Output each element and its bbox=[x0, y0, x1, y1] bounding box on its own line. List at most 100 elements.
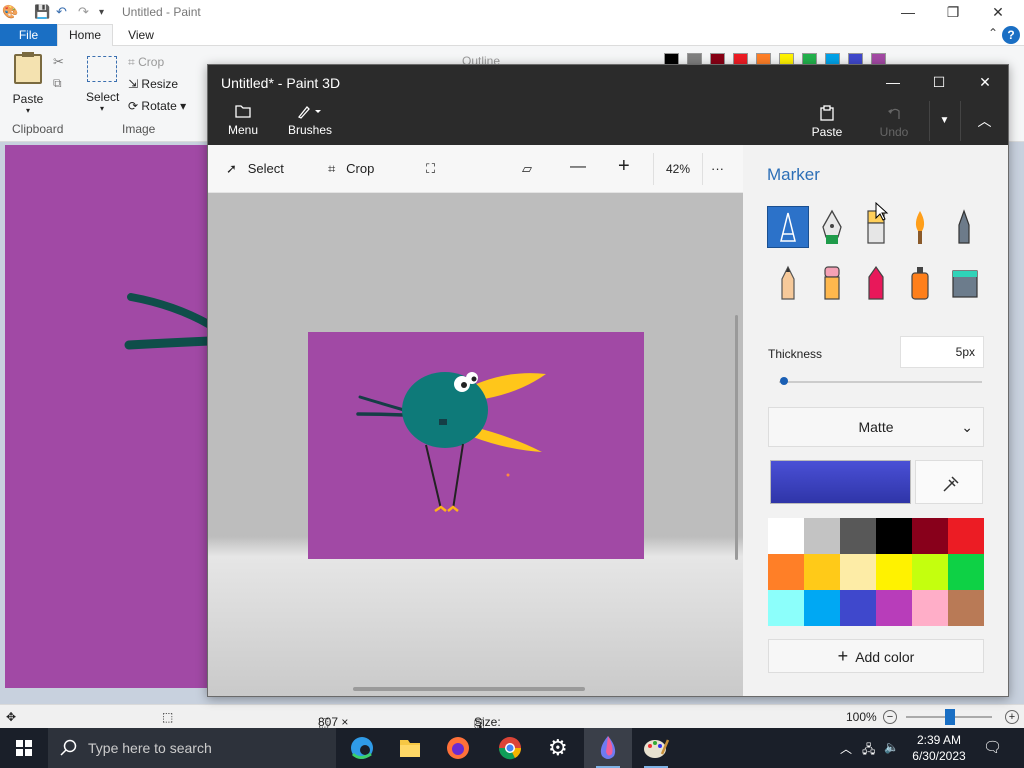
more-options-icon[interactable]: ··· bbox=[711, 161, 724, 176]
rotate-label: Rotate bbox=[141, 99, 177, 113]
color-swatch[interactable] bbox=[876, 518, 912, 554]
color-swatch[interactable] bbox=[804, 554, 840, 590]
history-dropdown-icon[interactable]: ▼ bbox=[929, 101, 959, 141]
file-explorer-taskbar-button[interactable] bbox=[386, 728, 434, 768]
finish-dropdown[interactable]: Matte ⌄ bbox=[768, 407, 984, 447]
eraser-brush-button[interactable] bbox=[812, 263, 852, 303]
zoom-percentage[interactable]: 42% bbox=[653, 153, 703, 185]
tab-file[interactable]: File bbox=[0, 24, 57, 46]
add-color-button[interactable]: + Add color bbox=[768, 639, 984, 673]
zoom-in-button[interactable]: + bbox=[1005, 710, 1019, 724]
menu-button[interactable]: Menu bbox=[226, 103, 260, 137]
paste-3d-label: Paste bbox=[811, 125, 843, 139]
color-swatch[interactable] bbox=[876, 590, 912, 626]
paint3d-minimize-button[interactable]: — bbox=[870, 71, 916, 93]
paint-taskbar-button[interactable] bbox=[632, 728, 680, 768]
thickness-slider-track[interactable] bbox=[779, 381, 982, 383]
taskbar: Type here to search ⚙ ︿ 🖧 🔈 2:39 AM 6/30… bbox=[0, 728, 1024, 768]
color-swatch[interactable] bbox=[768, 518, 804, 554]
paste-button[interactable]: Paste ▾ bbox=[10, 52, 46, 115]
crop-icon: ⌗ bbox=[128, 55, 135, 69]
color-swatch[interactable] bbox=[840, 590, 876, 626]
collapse-header-icon[interactable]: ︿ bbox=[960, 101, 1008, 141]
color-swatch[interactable] bbox=[768, 590, 804, 626]
show-hidden-icons-icon[interactable]: ︿ bbox=[840, 740, 852, 757]
taskbar-clock[interactable]: 2:39 AM 6/30/2023 bbox=[905, 732, 973, 764]
view-mode-icon[interactable]: ▱ bbox=[522, 161, 532, 177]
settings-taskbar-button[interactable]: ⚙ bbox=[535, 728, 583, 768]
copy-icon[interactable]: ⧉ bbox=[53, 76, 62, 91]
color-swatch[interactable] bbox=[912, 554, 948, 590]
notifications-icon[interactable]: 🗨 bbox=[983, 738, 1002, 756]
cut-icon[interactable]: ✂ bbox=[53, 54, 64, 70]
firefox-taskbar-button[interactable] bbox=[434, 728, 482, 768]
save-icon[interactable]: 💾 bbox=[34, 4, 50, 20]
chrome-taskbar-button[interactable] bbox=[486, 728, 534, 768]
color-swatch[interactable] bbox=[948, 518, 984, 554]
pixel-pen-button[interactable] bbox=[944, 207, 984, 247]
color-swatch[interactable] bbox=[768, 554, 804, 590]
redo-icon[interactable]: ↷ bbox=[78, 4, 89, 20]
paint3d-maximize-button[interactable]: ☐ bbox=[916, 71, 962, 93]
paste-3d-button[interactable]: Paste bbox=[810, 105, 844, 139]
brushes-button[interactable]: Brushes bbox=[288, 103, 332, 137]
calligraphy-pen-button[interactable] bbox=[812, 207, 852, 247]
color-swatch[interactable] bbox=[912, 590, 948, 626]
volume-icon[interactable]: 🔈 bbox=[884, 740, 899, 754]
zoom-out-button[interactable]: − bbox=[883, 710, 897, 724]
zoom-out-icon[interactable]: — bbox=[570, 158, 586, 176]
paint3d-close-button[interactable]: ✕ bbox=[962, 71, 1008, 93]
undo-button[interactable]: Undo bbox=[876, 105, 912, 139]
tab-home[interactable]: Home bbox=[57, 24, 113, 47]
mouse-pointer-icon bbox=[875, 202, 889, 221]
paint-maximize-button[interactable]: ❐ bbox=[930, 2, 976, 22]
color-swatch[interactable] bbox=[840, 518, 876, 554]
marker-brush-button[interactable] bbox=[767, 206, 809, 248]
current-color-swatch[interactable] bbox=[770, 460, 911, 504]
paint-close-button[interactable]: ✕ bbox=[975, 2, 1021, 22]
color-swatch[interactable] bbox=[912, 518, 948, 554]
network-icon[interactable]: 🖧 bbox=[862, 740, 875, 761]
horizontal-scrollbar[interactable] bbox=[353, 687, 585, 691]
chevron-down-icon: ⌄ bbox=[961, 419, 973, 435]
collapse-ribbon-icon[interactable]: ⌃ bbox=[988, 26, 998, 40]
pencil-brush-button[interactable] bbox=[768, 263, 808, 303]
crayon-brush-button[interactable] bbox=[856, 263, 896, 303]
watercolor-brush-button[interactable] bbox=[900, 207, 940, 247]
color-swatch[interactable] bbox=[804, 518, 840, 554]
spray-can-button[interactable] bbox=[900, 263, 940, 303]
paint3d-canvas[interactable] bbox=[308, 332, 644, 559]
color-swatch[interactable] bbox=[840, 554, 876, 590]
tab-view[interactable]: View bbox=[118, 24, 164, 46]
zoom-in-icon[interactable]: + bbox=[618, 155, 630, 178]
undo-icon[interactable]: ↶ bbox=[56, 4, 67, 20]
color-swatch[interactable] bbox=[948, 554, 984, 590]
color-swatch[interactable] bbox=[876, 554, 912, 590]
resize-button[interactable]: ⇲ Resize bbox=[128, 77, 178, 91]
eyedropper-button[interactable] bbox=[915, 460, 983, 504]
color-swatch[interactable] bbox=[948, 590, 984, 626]
magic-select-icon[interactable]: ⛶ bbox=[426, 161, 435, 177]
customize-quick-access-icon[interactable]: ▾ bbox=[99, 7, 104, 18]
vertical-scrollbar[interactable] bbox=[735, 315, 738, 560]
paint-canvas[interactable] bbox=[5, 145, 215, 688]
taskbar-search-box[interactable]: Type here to search bbox=[48, 728, 336, 768]
paste-label: Paste bbox=[12, 92, 44, 106]
thickness-input[interactable]: 5px bbox=[900, 336, 984, 368]
color-swatch[interactable] bbox=[804, 590, 840, 626]
zoom-slider-thumb[interactable] bbox=[945, 709, 955, 725]
rotate-icon: ⟳ bbox=[128, 99, 139, 113]
help-icon[interactable]: ? bbox=[1002, 26, 1020, 44]
crop-button[interactable]: ⌗ Crop bbox=[128, 55, 164, 70]
gear-icon: ⚙ bbox=[548, 735, 568, 760]
select-button[interactable]: Select ▾ bbox=[86, 56, 119, 116]
edge-taskbar-button[interactable] bbox=[338, 728, 386, 768]
rotate-button[interactable]: ⟳ Rotate ▾ bbox=[128, 99, 186, 113]
paint-minimize-button[interactable]: — bbox=[885, 2, 931, 22]
fill-bucket-button[interactable] bbox=[944, 263, 984, 303]
crop-tool-button[interactable]: ⌗ Crop bbox=[328, 161, 374, 177]
start-button[interactable] bbox=[0, 728, 48, 768]
thickness-slider-thumb[interactable] bbox=[780, 377, 789, 385]
paint3d-taskbar-button[interactable] bbox=[584, 728, 632, 768]
select-tool-button[interactable]: ➚ Select bbox=[226, 161, 284, 177]
